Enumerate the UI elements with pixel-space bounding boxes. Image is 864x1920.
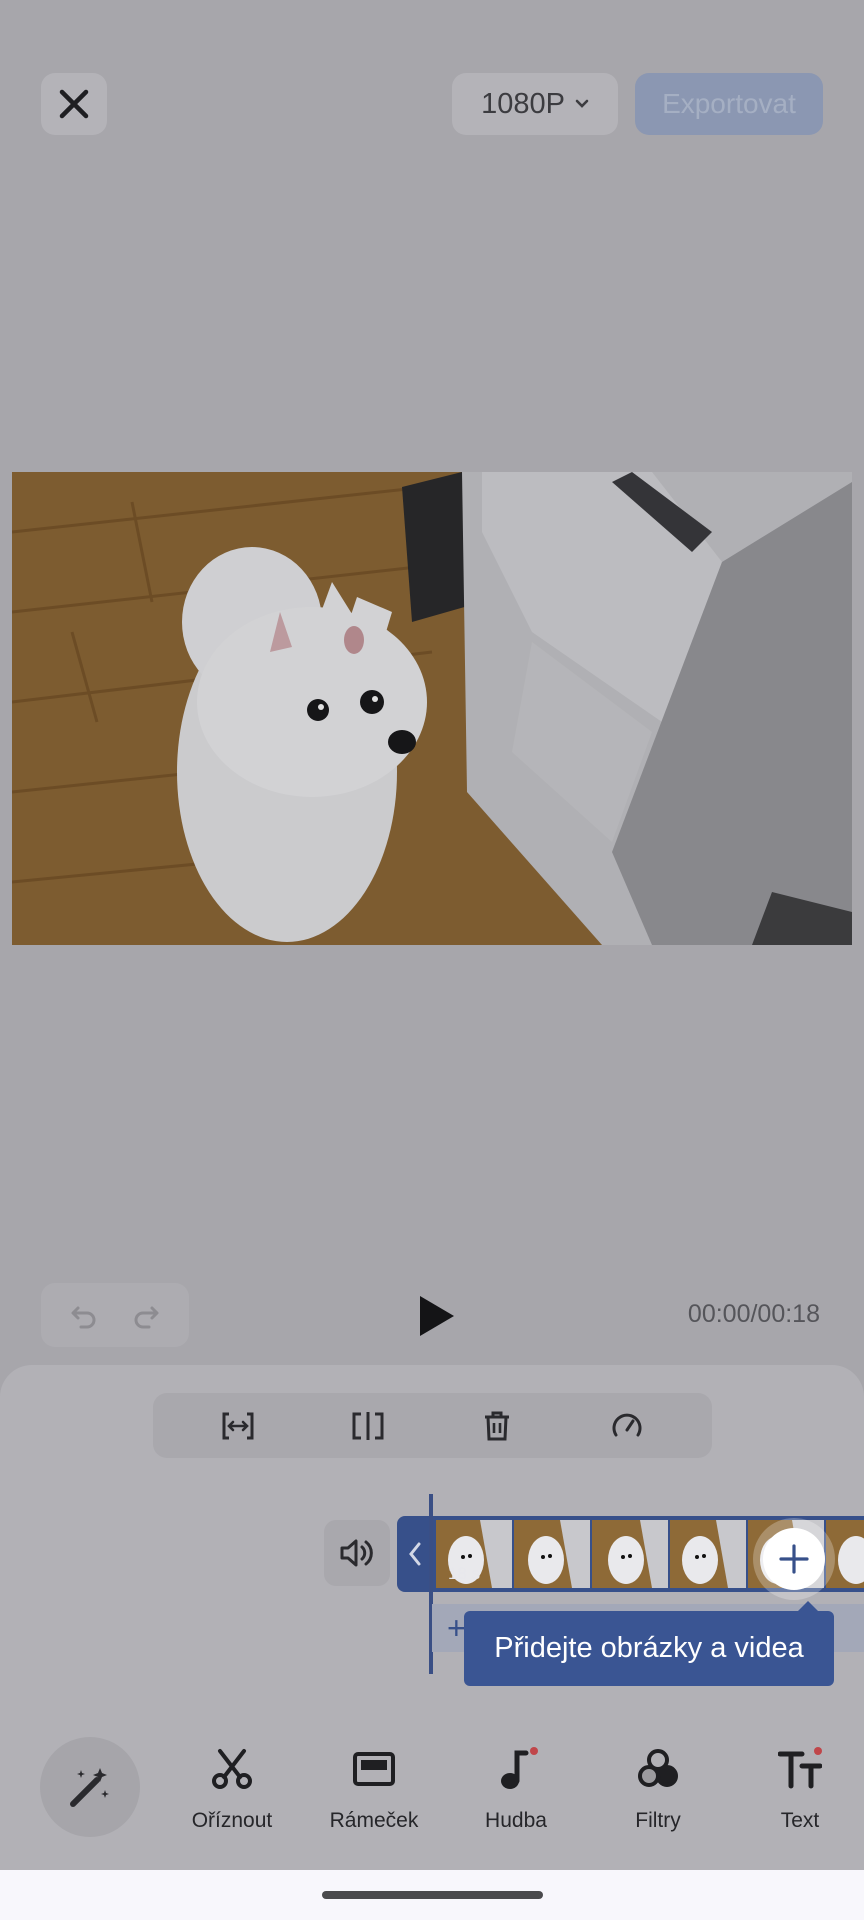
nav-music[interactable]: Hudba [456,1745,576,1833]
nav-label: Filtry [635,1809,681,1832]
add-media-tooltip: Přidejte obrázky a videa [464,1611,834,1686]
frame-icon [350,1745,398,1793]
timecode: 00:00/00:18 [687,1300,820,1328]
nav-label: Rámeček [329,1809,419,1832]
plus-icon [779,1544,809,1574]
speaker-icon [340,1539,373,1567]
export-label: Exportovat [662,88,796,119]
trim-tool[interactable] [213,1401,263,1451]
nav-label: Hudba [485,1809,547,1832]
undo-icon[interactable] [69,1300,99,1330]
resolution-label: 1080P [481,87,565,120]
clip-thumbnail [592,1520,668,1588]
speedometer-icon [612,1413,642,1436]
home-indicator[interactable] [322,1891,543,1899]
scissors-icon [208,1745,256,1793]
nav-label: Oříznout [191,1809,273,1832]
clip-left-handle[interactable] [397,1516,433,1592]
add-media-button[interactable] [763,1528,825,1590]
video-frame-image [12,472,852,945]
export-button[interactable]: Exportovat [635,73,823,135]
clip-thumbnail [670,1520,746,1588]
chevron-left-icon [409,1542,421,1566]
trim-icon [222,1412,254,1439]
text-icon [776,1745,824,1793]
undo-redo-group [41,1283,189,1347]
split-icon [352,1411,384,1440]
play-icon [420,1296,454,1336]
tooltip-text: Přidejte obrázky a videa [494,1632,804,1664]
clip-thumbnail [826,1520,864,1588]
filters-icon [634,1745,682,1793]
nav-label: Text [780,1809,820,1832]
nav-text[interactable]: Text [740,1745,860,1833]
delete-tool[interactable] [472,1401,522,1451]
magic-wand-icon [70,1768,109,1807]
nav-filters[interactable]: Filtry [598,1745,718,1833]
nav-frame[interactable]: Rámeček [314,1745,434,1833]
music-note-icon [492,1745,540,1793]
trash-icon [485,1411,510,1440]
redo-icon[interactable] [131,1300,161,1330]
close-button[interactable] [41,73,107,135]
clip-volume-button[interactable] [324,1520,390,1586]
play-button[interactable] [412,1290,460,1342]
chevron-down-icon [575,99,589,108]
clip-duration: 18 s [448,1564,481,1583]
notification-dot [814,1747,822,1755]
plus-icon: + [447,1610,466,1646]
close-icon [59,89,89,119]
resolution-dropdown[interactable]: 1080P [452,73,618,135]
clip-tools-bar [153,1393,712,1458]
split-tool[interactable] [343,1401,393,1451]
video-preview[interactable] [12,472,852,945]
nav-trim[interactable]: Oříznout [172,1745,292,1833]
speed-tool[interactable] [602,1401,652,1451]
notification-dot [530,1747,538,1755]
clip-thumbnail [514,1520,590,1588]
magic-wand-button[interactable] [40,1737,140,1837]
